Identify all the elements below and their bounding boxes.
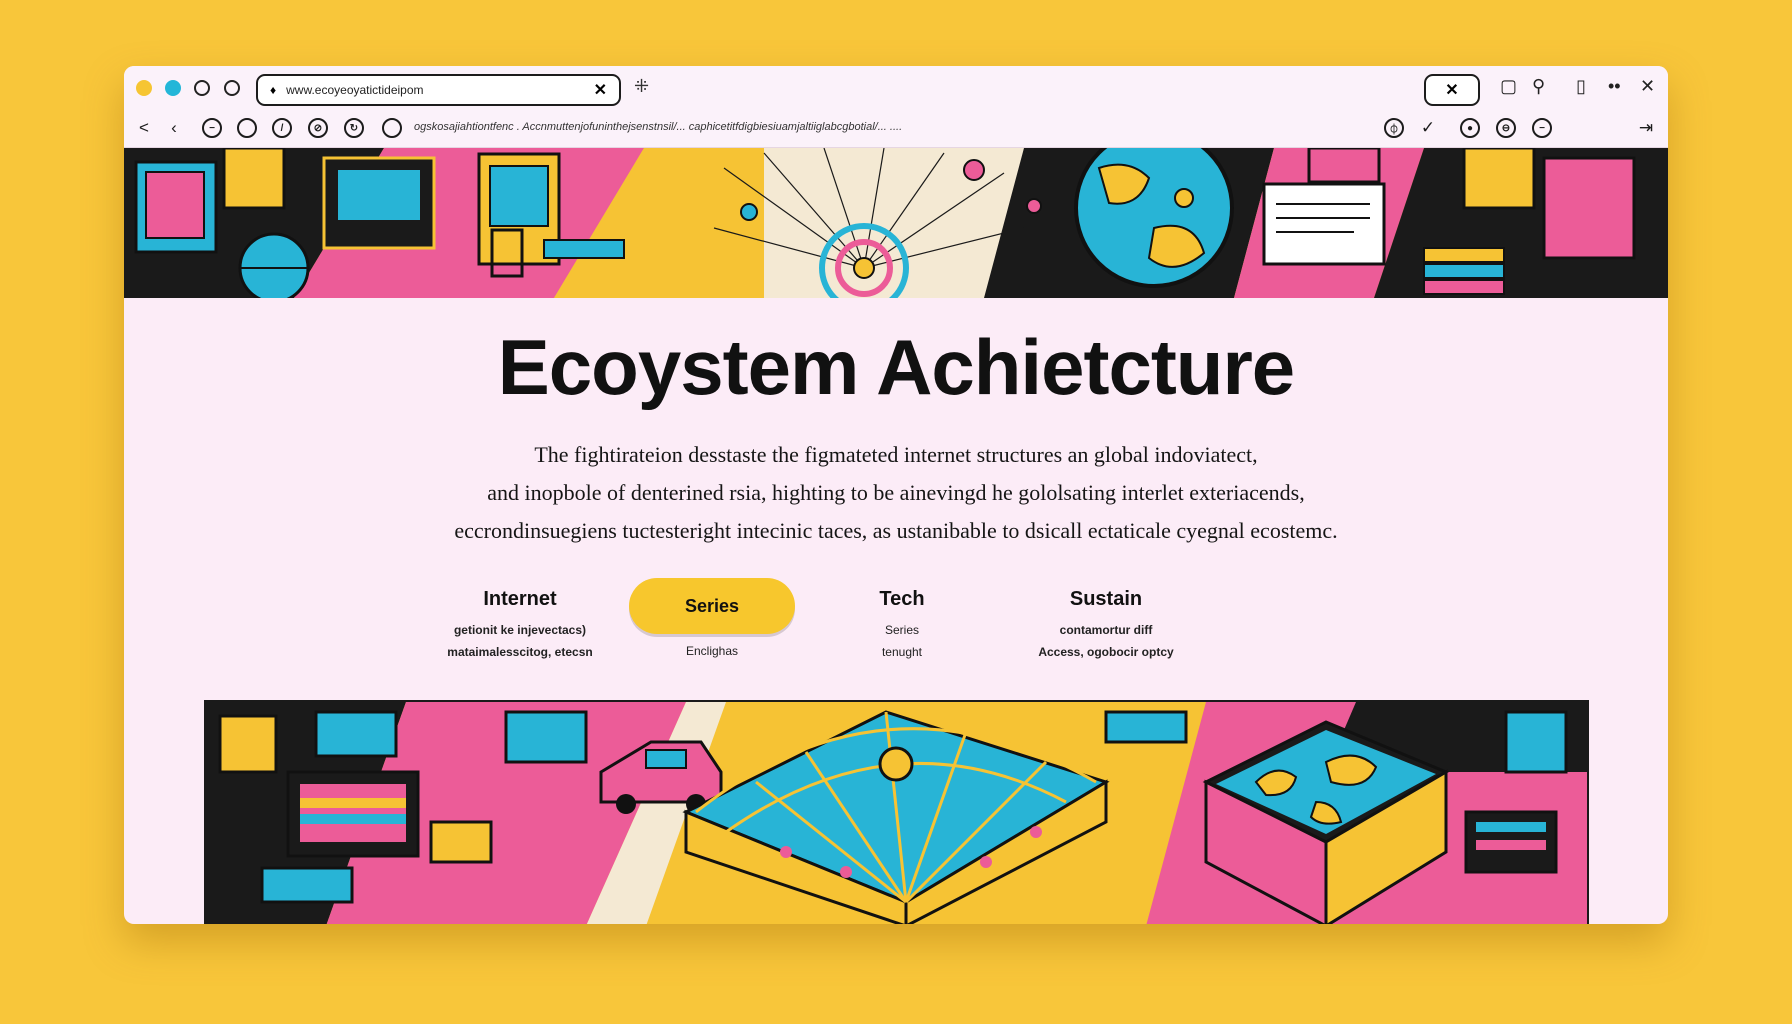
tab-close-icon[interactable]: ✕: [594, 80, 607, 100]
reload-icon[interactable]: −: [202, 118, 222, 138]
hero-description: The fightirateion desstaste the figmatet…: [374, 436, 1418, 550]
circle-control-icon[interactable]: [224, 80, 240, 96]
close-icon: ✕: [1445, 82, 1459, 99]
site-favicon-icon: ♦: [270, 83, 277, 97]
header-illustration: [124, 148, 1668, 298]
link-icon[interactable]: ⚲: [1532, 76, 1545, 97]
navigation-bar: < ‹ − / ⊘ ↻ ogskosajiahtiontfenc . Accnm…: [124, 110, 1668, 148]
title-bar: ♦ www.ecoyeoyatictideipom ✕ ⁜ ✕ ▢ ⚲ ▯ ••…: [124, 66, 1668, 110]
new-tab-icon[interactable]: ⁜: [634, 76, 649, 97]
series-button[interactable]: Series: [629, 578, 795, 634]
browser-window: ♦ www.ecoyeoyatictideipom ✕ ⁜ ✕ ▢ ⚲ ▯ ••…: [124, 66, 1668, 924]
feature-line: Access, ogobocir optcy: [1038, 645, 1174, 659]
feature-title: Sustain: [1069, 588, 1143, 610]
feature-line: Series: [884, 623, 919, 637]
description-line: The fightirateion desstaste the figmatet…: [534, 442, 1258, 467]
address-bar[interactable]: ogskosajiahtiontfenc . Accnmuttenjofunin…: [414, 121, 1094, 133]
feature-title: Internet: [483, 588, 557, 610]
home-icon[interactable]: [382, 118, 402, 138]
window-square-icon[interactable]: ▢: [1500, 76, 1517, 97]
record-icon[interactable]: ●: [1460, 118, 1480, 138]
feature-sustain: Sustain contamortur diff Access, ogoboci…: [996, 578, 1216, 663]
feature-line: Enclighas: [685, 644, 739, 658]
close-window-button[interactable]: ✕: [1424, 74, 1480, 106]
page-title: Ecoystem Achietcture: [497, 323, 1295, 411]
back-icon[interactable]: <: [134, 118, 154, 138]
minus-icon[interactable]: −: [1532, 118, 1552, 138]
feature-row: Internet getionit ke injevectacs) mataim…: [124, 578, 1668, 688]
share-arrow-icon[interactable]: ⇥: [1636, 118, 1656, 138]
feature-line: contamortur diff: [1059, 623, 1153, 637]
forward-icon[interactable]: ‹: [164, 118, 184, 138]
feature-series: Series Enclighas: [602, 578, 822, 662]
feature-line: mataimalesscitog, etecsn: [447, 645, 593, 659]
description-line: eccrondinsuegiens tuctesteright intecini…: [454, 518, 1338, 543]
check-icon[interactable]: ✓: [1418, 118, 1438, 138]
feature-line: getionit ke injevectacs): [453, 623, 587, 637]
phone-icon[interactable]: ▯: [1576, 76, 1586, 97]
feature-tech: Tech Series tenught: [792, 578, 1012, 663]
close-icon[interactable]: ✕: [1640, 76, 1655, 97]
extension-icon[interactable]: ⊖: [1496, 118, 1516, 138]
feature-title: Tech: [879, 588, 925, 610]
description-line: and inopbole of denterined rsia, hightin…: [487, 480, 1305, 505]
blocked-icon[interactable]: ⊘: [308, 118, 328, 138]
feature-internet: Internet getionit ke injevectacs) mataim…: [410, 578, 630, 663]
refresh-icon[interactable]: ↻: [344, 118, 364, 138]
maximize-dot[interactable]: [165, 80, 181, 96]
circle-control-icon[interactable]: [194, 80, 210, 96]
tab-title: www.ecoyeoyatictideipom: [286, 83, 424, 97]
browser-tab[interactable]: ♦ www.ecoyeoyatictideipom ✕: [256, 74, 621, 106]
minimize-dot[interactable]: [136, 80, 152, 96]
circle-icon[interactable]: [237, 118, 257, 138]
feature-line: tenught: [881, 645, 923, 659]
download-icon[interactable]: ⏀: [1384, 118, 1404, 138]
city-illustration: [204, 700, 1589, 924]
more-icon[interactable]: ••: [1608, 76, 1621, 97]
clock-icon[interactable]: /: [272, 118, 292, 138]
